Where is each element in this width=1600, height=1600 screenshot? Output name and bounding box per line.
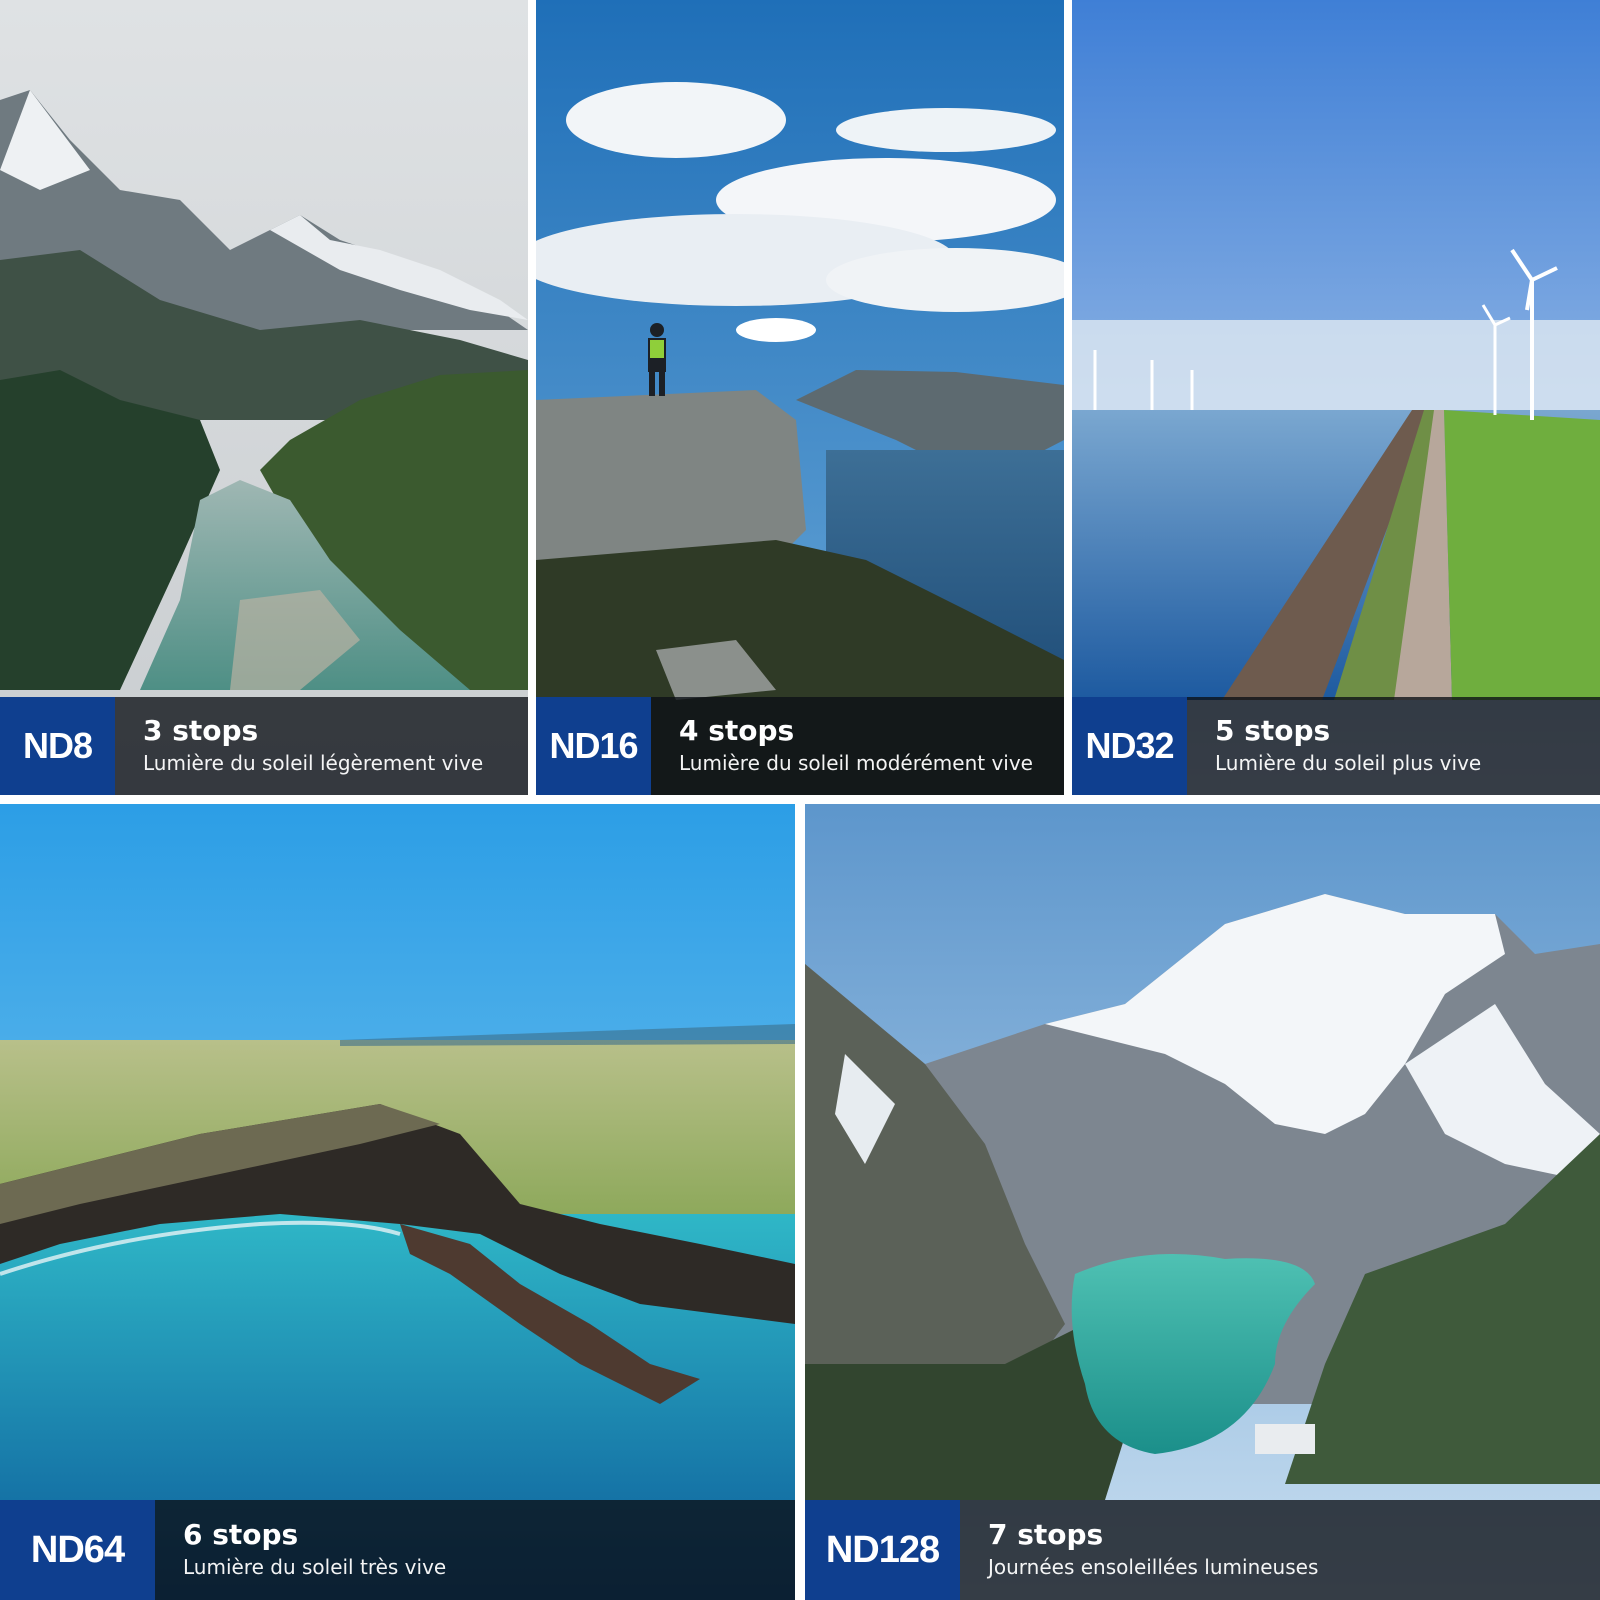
sea-dike-wind-turbines-photo <box>1072 0 1600 795</box>
light-description: Lumière du soleil plus vive <box>1215 750 1482 775</box>
snowy-peaks-alpine-lake-photo <box>805 804 1600 1600</box>
filter-card-nd32: ND32 5 stops Lumière du soleil plus vive <box>1072 0 1600 795</box>
filter-card-nd64: ND64 6 stops Lumière du soleil très vive <box>0 804 795 1600</box>
stops-label: 7 stops <box>988 1518 1104 1552</box>
caption-info: 3 stops Lumière du soleil légèrement viv… <box>115 697 528 795</box>
caption-bar: ND128 7 stops Journées ensoleillées lumi… <box>805 1500 1600 1600</box>
light-description: Journées ensoleillées lumineuses <box>988 1554 1319 1579</box>
filter-card-nd128: ND128 7 stops Journées ensoleillées lumi… <box>805 804 1600 1600</box>
stops-label: 6 stops <box>183 1518 299 1552</box>
nd-badge: ND128 <box>805 1500 960 1600</box>
nd-badge: ND8 <box>0 697 115 795</box>
stops-label: 3 stops <box>143 714 259 748</box>
stops-label: 4 stops <box>679 714 795 748</box>
caption-bar: ND32 5 stops Lumière du soleil plus vive <box>1072 697 1600 795</box>
nd-badge: ND32 <box>1072 697 1187 795</box>
caption-info: 6 stops Lumière du soleil très vive <box>155 1500 795 1600</box>
caption-info: 5 stops Lumière du soleil plus vive <box>1187 697 1600 795</box>
light-description: Lumière du soleil légèrement vive <box>143 750 484 775</box>
caption-bar: ND8 3 stops Lumière du soleil légèrement… <box>0 697 528 795</box>
caption-bar: ND16 4 stops Lumière du soleil modérémen… <box>536 697 1064 795</box>
stops-label: 5 stops <box>1215 714 1331 748</box>
filter-card-nd16: ND16 4 stops Lumière du soleil modérémen… <box>536 0 1064 795</box>
nd-badge: ND64 <box>0 1500 155 1600</box>
coastal-bay-turquoise-water-photo <box>0 804 795 1600</box>
caption-info: 7 stops Journées ensoleillées lumineuses <box>960 1500 1600 1600</box>
filter-card-nd8: ND8 3 stops Lumière du soleil légèrement… <box>0 0 528 795</box>
light-description: Lumière du soleil modérément vive <box>679 750 1033 775</box>
light-description: Lumière du soleil très vive <box>183 1554 447 1579</box>
hiker-on-cliff-fjord-photo <box>536 0 1064 795</box>
nd-badge: ND16 <box>536 697 651 795</box>
mountain-river-forest-photo <box>0 0 528 795</box>
caption-bar: ND64 6 stops Lumière du soleil très vive <box>0 1500 795 1600</box>
caption-info: 4 stops Lumière du soleil modérément viv… <box>651 697 1064 795</box>
